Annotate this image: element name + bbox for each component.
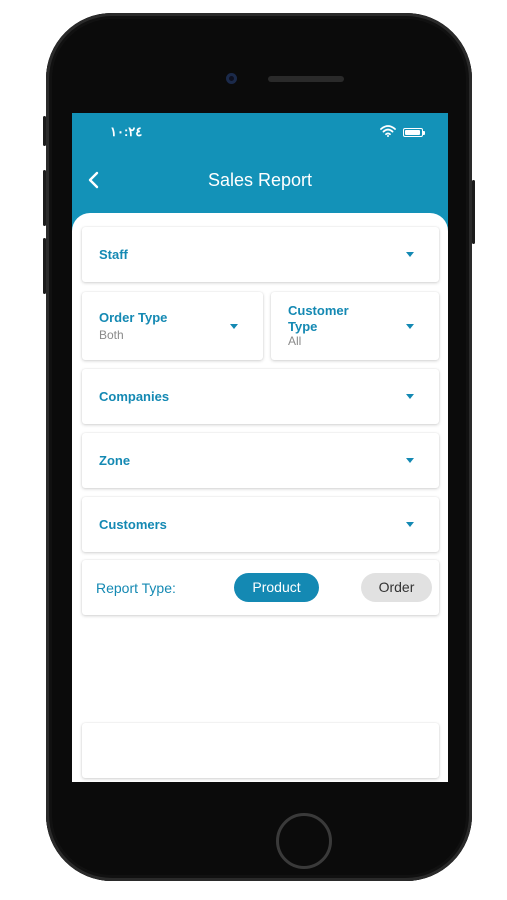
app-header: Sales Report (72, 153, 448, 209)
zone-label: Zone (99, 453, 131, 468)
page-title: Sales Report (207, 170, 313, 190)
chevron-down-icon (406, 252, 414, 257)
power-button (472, 180, 475, 244)
filter-form: Staff Order Type Both Customer Type All … (72, 213, 448, 782)
staff-dropdown[interactable]: Staff (82, 227, 439, 282)
customer-type-value: All (288, 334, 302, 348)
products-dropdown[interactable] (82, 723, 439, 778)
order-type-dropdown[interactable]: Order Type Both (82, 292, 263, 360)
chevron-down-icon (406, 522, 414, 527)
battery-icon (403, 128, 425, 137)
report-type-label: Report Type: (96, 580, 176, 596)
companies-label: Companies (99, 389, 170, 404)
report-type-order-chip[interactable]: Order (361, 573, 432, 602)
chevron-down-icon (406, 324, 414, 329)
staff-label: Staff (99, 247, 128, 262)
report-type-product-chip[interactable]: Product (234, 573, 319, 602)
volume-down-button (43, 238, 46, 294)
customers-dropdown[interactable]: Customers (82, 497, 439, 552)
chevron-down-icon (406, 394, 414, 399)
wifi-icon (380, 125, 396, 137)
earpiece-speaker (268, 76, 344, 82)
customer-type-dropdown[interactable]: Customer Type All (271, 292, 439, 360)
chevron-down-icon (230, 324, 238, 329)
order-type-label: Order Type (99, 310, 168, 325)
home-button[interactable] (276, 813, 332, 869)
report-type-selector: Report Type: Product Order (82, 560, 439, 615)
zone-dropdown[interactable]: Zone (82, 433, 439, 488)
chevron-down-icon (406, 458, 414, 463)
order-type-value: Both (99, 328, 124, 342)
customers-label: Customers (99, 517, 167, 532)
customer-type-label: Customer Type (288, 303, 349, 334)
app-screen: ١٠:٢٤ Sales Report Staff Order Type Both… (72, 113, 448, 782)
status-time: ١٠:٢٤ (110, 124, 143, 139)
volume-up-button (43, 170, 46, 226)
status-bar: ١٠:٢٤ (72, 113, 448, 153)
front-camera (226, 73, 237, 84)
mute-switch (43, 116, 46, 146)
companies-dropdown[interactable]: Companies (82, 369, 439, 424)
